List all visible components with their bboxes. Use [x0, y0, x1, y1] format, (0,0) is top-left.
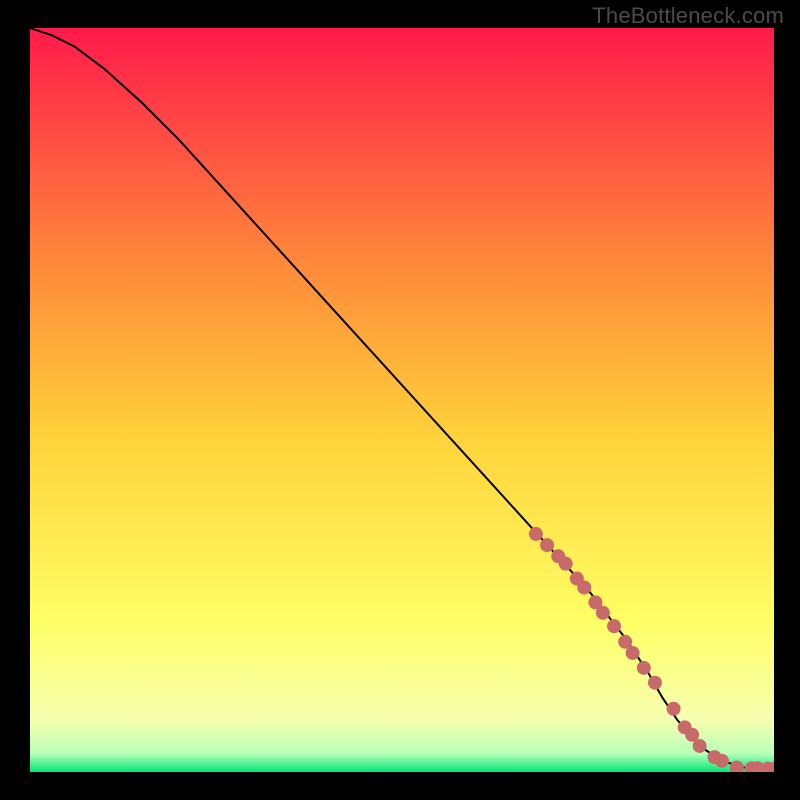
data-point	[626, 646, 640, 660]
chart-frame: TheBottleneck.com	[0, 0, 800, 800]
chart-svg	[30, 28, 774, 772]
data-point	[607, 619, 621, 633]
data-point	[577, 580, 591, 594]
data-point	[667, 702, 681, 716]
data-point	[637, 661, 651, 675]
data-point	[693, 739, 707, 753]
data-point	[715, 754, 729, 768]
data-point	[648, 676, 662, 690]
data-point	[559, 557, 573, 571]
data-point	[596, 606, 610, 620]
plot-area	[30, 28, 774, 772]
watermark-text: TheBottleneck.com	[592, 3, 784, 29]
data-point	[540, 538, 554, 552]
gradient-background	[30, 28, 774, 772]
data-point	[529, 527, 543, 541]
